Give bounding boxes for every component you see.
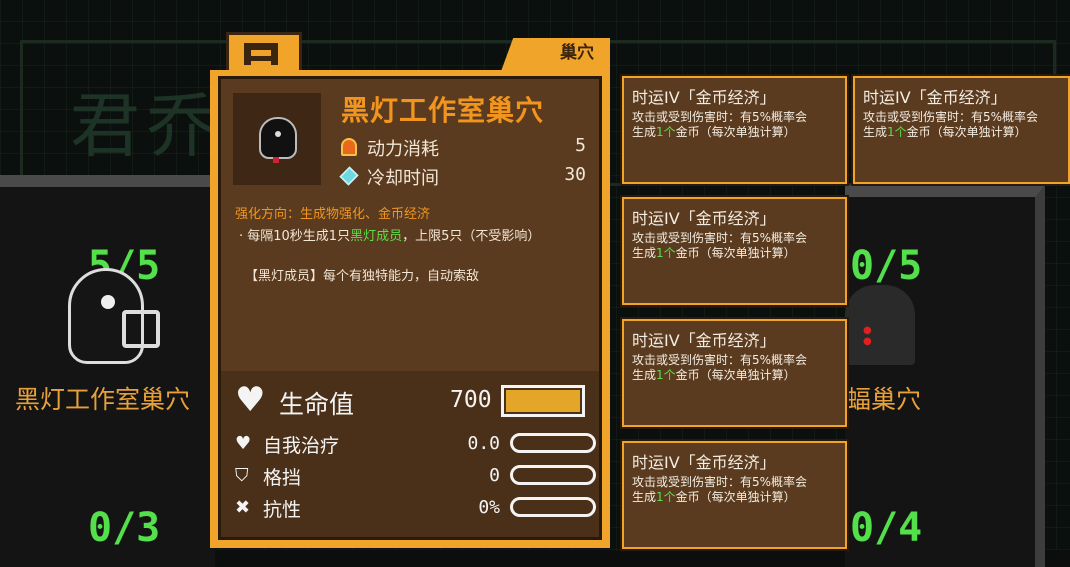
black-lamp-icon — [259, 117, 297, 159]
stat-value: 0.0 — [467, 433, 500, 454]
card-title: 时运IV「金币经济」 — [863, 88, 1007, 107]
hp-label: 生命值 — [279, 390, 355, 419]
vitals-area: ♥ 生命值 700 ♥ 自我治疗 0.0 ⛉ 格挡 0 ✖ 抗性 0% — [221, 371, 599, 537]
item-card[interactable]: 时运IV「金币经济」 攻击或受到伤害时：有5%概率会 生成1个金币（每次单独计算） — [620, 439, 849, 551]
member-note: 【黑灯成员】每个有独特能力，自动索敌 — [245, 269, 480, 284]
stat-resistance: ✖ 抗性 0% — [235, 495, 596, 521]
self-heal-bar — [510, 433, 596, 453]
item-card[interactable]: 时运IV「金币经济」 攻击或受到伤害时：有5%概率会 生成1个金币（每次单独计算） — [620, 74, 849, 186]
stat-value: 5 — [575, 135, 586, 156]
cooldown-crystal-icon — [339, 166, 359, 186]
background-faded-title: 君乔 — [70, 85, 222, 167]
card-description: 攻击或受到伤害时：有5%概率会 生成1个金币（每次单独计算） — [632, 475, 808, 504]
stat-value: 0% — [478, 497, 500, 518]
stat-self-heal: ♥ 自我治疗 0.0 — [235, 431, 596, 457]
member-highlight: 黑灯成员 — [350, 229, 403, 244]
stat-cooldown: 冷却时间 30 — [339, 164, 586, 190]
card-description: 攻击或受到伤害时：有5%概率会 生成1个金币（每次单独计算） — [632, 353, 808, 382]
card-title: 时运IV「金币经济」 — [632, 453, 776, 472]
panel-tab — [226, 32, 302, 75]
stat-label: 动力消耗 — [367, 139, 439, 160]
hp-bar-fill — [506, 390, 580, 412]
card-description: 攻击或受到伤害时：有5%概率会 生成1个金币（每次单独计算） — [632, 231, 808, 260]
panel-inner: 黑灯工作室巢穴 动力消耗 5 冷却时间 30 强化方向：生成物强化、金币经济 ·… — [218, 76, 602, 540]
hp-row: ♥ 生命值 700 — [235, 380, 585, 420]
panel-body: 黑灯工作室巢穴 动力消耗 5 冷却时间 30 强化方向：生成物强化、金币经济 ·… — [210, 70, 610, 548]
block-shield-icon: ⛉ — [235, 465, 249, 486]
card-title: 时运IV「金币经济」 — [632, 88, 776, 107]
stat-label: 冷却时间 — [367, 168, 439, 189]
resistance-icon: ✖ — [235, 497, 251, 518]
stat-block: ⛉ 格挡 0 — [235, 463, 596, 489]
card-description: 攻击或受到伤害时：有5%概率会 生成1个金币（每次单独计算） — [863, 110, 1039, 139]
hooded-bat-creature: ● ● — [845, 285, 915, 365]
power-flame-icon — [341, 138, 357, 156]
panel-tab-icon — [244, 43, 278, 65]
stat-label: 抗性 — [263, 499, 302, 521]
left-slot-name: 黑灯工作室巢穴 — [15, 385, 191, 414]
hp-bar — [501, 385, 585, 417]
stat-label: 格挡 — [263, 467, 302, 489]
hp-value: 700 — [450, 387, 492, 413]
card-title: 时运IV「金币经济」 — [632, 331, 776, 350]
right-slot-name: 蝠巢穴 — [846, 385, 922, 414]
item-card[interactable]: 时运IV「金币经济」 攻击或受到伤害时：有5%概率会 生成1个金币（每次单独计算） — [620, 317, 849, 429]
building-description: · 每隔10秒生成1只黑灯成员，上限5只（不受影响） — [239, 229, 541, 244]
item-card[interactable]: 时运IV「金币经济」 攻击或受到伤害时：有5%概率会 生成1个金币（每次单独计算） — [620, 195, 849, 307]
stat-power-cost: 动力消耗 5 — [341, 135, 586, 161]
building-info-panel: 巢穴 黑灯工作室巢穴 动力消耗 5 冷却时间 30 强化方向：生成物强化、金币经… — [210, 30, 610, 548]
enhance-direction: 强化方向：生成物强化、金币经济 — [235, 207, 431, 222]
resistance-bar — [510, 497, 596, 517]
stat-value: 0 — [489, 465, 500, 486]
stat-label: 自我治疗 — [263, 435, 340, 457]
self-heal-icon: ♥ — [235, 433, 252, 454]
card-description: 攻击或受到伤害时：有5%概率会 生成1个金币（每次单独计算） — [632, 110, 808, 139]
bottom-right-count: 0/4 — [850, 505, 923, 551]
building-portrait — [233, 93, 321, 185]
bottom-left-count: 0/3 — [88, 505, 161, 551]
right-slot-count: 0/5 — [850, 243, 923, 289]
card-title: 时运IV「金币经济」 — [632, 209, 776, 228]
panel-category: 巢穴 — [560, 43, 594, 63]
stat-value: 30 — [564, 164, 586, 185]
claw-icon — [122, 310, 160, 348]
item-card[interactable]: 时运IV「金币经济」 攻击或受到伤害时：有5%概率会 生成1个金币（每次单独计算） — [851, 74, 1070, 186]
block-bar — [510, 465, 596, 485]
building-name: 黑灯工作室巢穴 — [341, 94, 545, 127]
heart-icon: ♥ — [235, 380, 266, 420]
